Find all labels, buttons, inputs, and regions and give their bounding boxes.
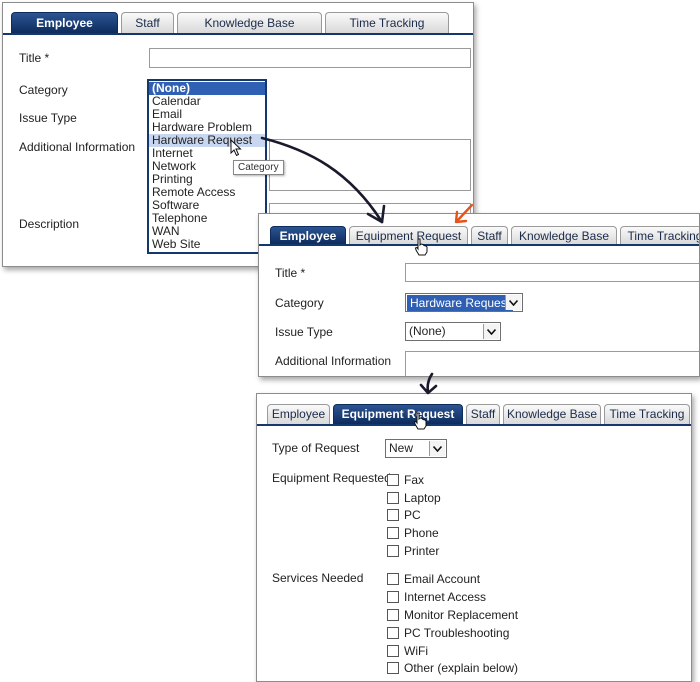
highlight-arrow — [454, 203, 474, 224]
flow-arrow-1 — [260, 136, 386, 224]
flow-arrow-2 — [419, 372, 438, 395]
annotation-arrows — [260, 136, 474, 395]
